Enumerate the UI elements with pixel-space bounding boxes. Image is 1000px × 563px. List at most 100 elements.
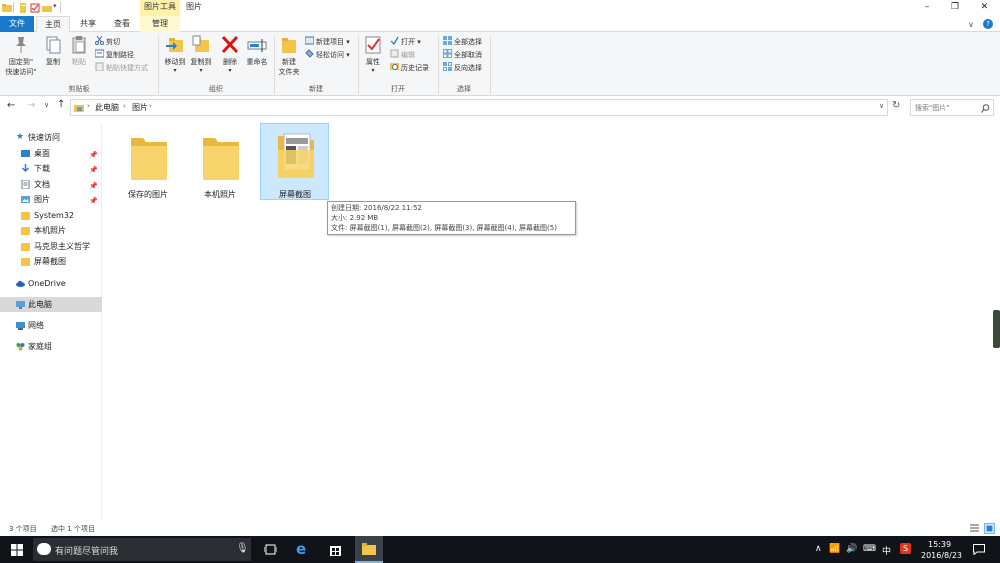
ime-indicator[interactable]: 中 [882,544,891,557]
select-all-button[interactable]: 全部选择 [443,36,482,48]
collapse-ribbon-icon[interactable]: ∨ [968,20,974,29]
task-view-icon[interactable] [264,544,277,555]
details-view-icon[interactable] [970,524,979,533]
clock-time[interactable]: 15:39 [928,540,951,549]
tab-file[interactable]: 文件 [0,16,34,32]
up-arrow-icon[interactable]: ↑ [57,99,65,110]
clock-date[interactable]: 2016/8/23 [921,551,962,560]
properties-check-icon [362,35,384,55]
close-button[interactable]: ✕ [969,0,1000,16]
new-folder-icon [278,35,300,55]
breadcrumb-pictures[interactable]: 图片 [132,102,148,113]
nav-homegroup[interactable]: 家庭组 [0,339,102,354]
history-button[interactable]: 历史记录 [390,62,429,74]
copy-path-button[interactable]: 复制路径 [94,49,134,61]
chat-bubble-icon [37,543,51,555]
search-icon[interactable] [981,104,990,113]
copy-label: 复制 [46,58,60,66]
desktop-folder-icon [21,150,30,157]
nav-item-documents[interactable]: 文档 📌 [0,177,102,192]
new-folder-button[interactable]: 新建 文件夹 [276,35,302,77]
file-explorer-taskbar-button[interactable] [355,536,383,563]
tab-view[interactable]: 查看 [106,16,138,32]
qat-dropdown-icon[interactable]: ▾ [53,2,57,10]
keyboard-icon[interactable]: ⌨ [863,544,876,555]
tab-manage[interactable]: 管理 [140,16,180,32]
check-qat-icon[interactable] [30,3,40,13]
cut-button[interactable]: 剪切 [95,35,120,48]
edge-browser-icon[interactable]: e [296,540,306,558]
nav-quick-access[interactable]: ★ 快速访问 [0,130,102,145]
windows-start-icon[interactable] [11,544,23,556]
folder-with-screenshots-icon [278,133,314,178]
action-center-icon[interactable] [973,544,985,555]
folder-saved-pictures[interactable]: 保存的图片 [114,126,182,200]
invert-selection-button[interactable]: 反向选择 [443,62,482,74]
nav-item-system32[interactable]: System32 [0,208,102,223]
nav-this-pc[interactable]: 此电脑 [0,297,102,312]
delete-button[interactable]: 删除 ▾ [218,35,242,74]
nav-item-philosophy[interactable]: 马克思主义哲学 [0,239,102,254]
folder-icon [362,543,376,555]
microphone-icon[interactable]: 🎙 [236,543,249,554]
tab-share[interactable]: 共享 [72,16,104,32]
back-arrow-icon[interactable]: ← [7,100,15,111]
nav-homegroup-label: 家庭组 [28,342,52,351]
move-to-button[interactable]: 移动到 ▾ [162,35,188,74]
pictures-folder-icon [74,105,84,112]
breadcrumb-this-pc[interactable]: 此电脑 [95,102,119,113]
open-label: 打开 [401,38,415,46]
cortana-search-box[interactable]: 有问题尽管问我 🎙 [33,538,251,561]
help-icon[interactable]: ? [983,19,993,29]
show-hidden-icons-icon[interactable]: ∧ [815,544,822,555]
move-to-label: 移动到 [164,58,186,66]
store-icon[interactable] [329,543,342,556]
side-scroll-handle[interactable] [993,310,1000,348]
properties-button[interactable]: 属性 ▾ [362,35,384,74]
rename-button[interactable]: 重命名 [244,35,270,67]
pin-icon[interactable]: 📌 [89,194,98,209]
new-folder-qat-icon[interactable] [42,3,52,13]
maximize-button[interactable]: ❐ [941,0,969,16]
paste-button[interactable]: 粘贴 [66,35,92,67]
search-box[interactable]: 搜索"图片" [910,99,994,116]
pin-quick-access-button[interactable]: 固定到" 快速访问" [4,35,38,77]
nav-network[interactable]: 网络 [0,318,102,333]
network-wifi-icon[interactable]: 📶 [829,544,840,555]
nav-item-pictures[interactable]: 图片 📌 [0,192,102,207]
paste-shortcut-button[interactable]: 粘贴快捷方式 [95,62,148,74]
volume-icon[interactable]: 🔊 [846,544,857,555]
select-none-button[interactable]: 全部取消 [443,49,482,61]
forward-arrow-icon[interactable]: → [27,100,35,111]
address-dropdown-icon[interactable]: ∨ [879,102,884,110]
recent-locations-icon[interactable]: ∨ [44,101,49,109]
status-bar: 3 个项目 选中 1 个项目 [0,520,1000,536]
search-input[interactable]: 搜索"图片" [915,103,949,113]
select-group-label: 选择 [457,85,471,93]
copy-button[interactable]: 复制 [40,35,66,67]
copy-to-icon [190,35,212,55]
new-item-button[interactable]: 新建项目 ▾ [304,36,350,48]
refresh-icon[interactable]: ↻ [892,100,900,111]
sogou-ime-icon[interactable]: S [900,543,911,554]
tab-home[interactable]: 主页 [36,16,70,32]
nav-item-label: 本机照片 [34,226,66,235]
large-icons-view-icon[interactable] [984,523,995,534]
nav-item-desktop[interactable]: 桌面 📌 [0,146,102,161]
minimize-button[interactable]: – [913,0,941,16]
nav-item-local-photos[interactable]: 本机照片 [0,223,102,238]
nav-onedrive[interactable]: OneDrive [0,276,102,291]
new-folder-label-line2: 文件夹 [278,68,300,76]
folder-icon [21,212,30,220]
nav-item-screenshots[interactable]: 屏幕截图 [0,254,102,269]
address-bar[interactable]: › 此电脑 › 图片 › ∨ [70,99,888,116]
nav-item-downloads[interactable]: 下载 📌 [0,161,102,176]
pin-icon[interactable]: 📌 [89,163,98,178]
properties-qat-icon[interactable] [18,3,28,13]
folder-local-photos[interactable]: 本机照片 [186,126,254,200]
easy-access-button[interactable]: 轻松访问 ▾ [305,49,350,61]
open-button[interactable]: 打开 ▾ [390,36,421,48]
edit-button[interactable]: 编辑 [390,49,415,61]
copy-to-button[interactable]: 复制到 ▾ [188,35,214,74]
folder-screenshots[interactable]: 屏幕截图 [260,123,329,200]
